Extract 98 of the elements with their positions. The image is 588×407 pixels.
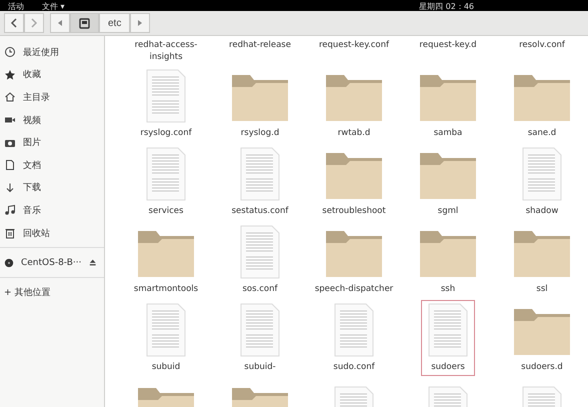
folder-item[interactable]: sudoers.d (505, 304, 579, 376)
sidebar-item[interactable]: 下载 (0, 176, 104, 200)
text-file-icon (428, 303, 468, 357)
app-menu[interactable]: 文件 ▾ (42, 2, 65, 11)
folder-item[interactable]: rsyslog.d (223, 70, 297, 142)
file-item[interactable]: sudoers (421, 300, 475, 376)
folder-icon (136, 229, 196, 279)
sidebar-item[interactable]: 最近使用 (0, 41, 104, 64)
folder-icon (418, 73, 478, 123)
sidebar-item[interactable]: 回收站 (0, 222, 104, 244)
file-item[interactable]: subuid- (233, 300, 287, 376)
text-file-icon (240, 225, 280, 279)
sidebar-item[interactable]: + 其他位置 (0, 280, 104, 304)
star-icon (4, 68, 16, 81)
file-name: rsyslog.conf (139, 127, 193, 139)
activities-button[interactable]: 活动 (8, 2, 24, 11)
file-item[interactable]: shadow (515, 144, 569, 220)
file-item[interactable]: sestatus.conf (222, 144, 298, 220)
file-name: sos.conf (241, 283, 279, 295)
folder-item[interactable]: sgml (411, 148, 485, 220)
drive-icon (79, 18, 90, 28)
file-item[interactable]: rsyslog.conf (131, 66, 201, 142)
folder-item[interactable]: ssl (505, 226, 579, 298)
folder-icon (324, 151, 384, 201)
text-file-icon (522, 147, 562, 201)
file-name[interactable]: request-key.d (417, 39, 479, 51)
sidebar-item[interactable]: CentOS-8-B··· (0, 251, 104, 274)
file-item[interactable]: subuid (139, 300, 193, 376)
folder-item[interactable]: setroubleshoot (313, 148, 395, 220)
folder-item[interactable]: ssh (411, 226, 485, 298)
file-item[interactable]: sudo.conf (324, 300, 384, 376)
file-name[interactable]: redhat-access-insights (124, 39, 208, 63)
file-name: subuid (150, 361, 182, 373)
clock[interactable]: 星期四 02：46 (419, 2, 474, 11)
file-item[interactable]: services (139, 144, 193, 220)
folder-icon (230, 73, 290, 123)
file-name: setroubleshoot (321, 205, 387, 217)
folder-icon (512, 73, 572, 123)
folder-icon (418, 229, 478, 279)
file-name[interactable]: request-key.conf (316, 39, 391, 51)
scroll-left-button[interactable] (50, 13, 70, 33)
text-file-icon (240, 303, 280, 357)
path-button[interactable]: etc (99, 13, 130, 33)
home-icon (4, 91, 16, 104)
file-name: smartmontools (132, 283, 200, 295)
folder-item[interactable]: sane.d (505, 70, 579, 142)
file-name: shadow (524, 205, 560, 217)
sidebar-item[interactable]: 音乐 (0, 199, 104, 222)
folder-icon (418, 151, 478, 201)
right-triangle-icon (137, 19, 144, 27)
file-name: services (148, 205, 184, 217)
file-name: sgml (436, 205, 460, 217)
file-name: sudoers.d (520, 361, 564, 373)
folder-item[interactable]: samba (411, 70, 485, 142)
left-triangle-icon (57, 19, 63, 27)
file-name: sestatus.conf (230, 205, 290, 217)
file-name: sane.d (526, 127, 558, 139)
folder-icon (324, 229, 384, 279)
download-icon (4, 182, 16, 194)
text-file-icon (240, 147, 280, 201)
trash-icon (4, 227, 16, 240)
file-name: ssh (440, 283, 456, 295)
sidebar-item[interactable]: 文档 (0, 154, 104, 177)
file-name: ssl (535, 283, 549, 295)
file-name[interactable]: resolv.conf (517, 39, 567, 51)
eject-icon[interactable] (88, 258, 96, 268)
sidebar-item[interactable]: 主目录 (0, 86, 104, 109)
folder-item[interactable]: smartmontools (124, 226, 208, 298)
folder-item[interactable]: rwtab.d (317, 70, 391, 142)
text-file-icon (334, 303, 374, 357)
folder-icon (512, 307, 572, 357)
text-file-icon (146, 69, 186, 123)
file-name: rsyslog.d (240, 127, 280, 139)
back-icon (10, 18, 18, 28)
file-item[interactable]: sos.conf (233, 222, 287, 298)
file-name: subuid- (243, 361, 277, 373)
folder-item[interactable]: speech-dispatcher (306, 226, 402, 298)
drive-path-button[interactable] (70, 13, 99, 33)
folder-icon (324, 73, 384, 123)
folder-icon (512, 229, 572, 279)
file-name: sudo.conf (332, 361, 376, 373)
sidebar-item[interactable]: 收藏 (0, 64, 104, 86)
back-button[interactable] (4, 13, 24, 33)
clock-icon (4, 46, 16, 58)
sidebar-item[interactable]: 视频 (0, 108, 104, 132)
text-file-icon (146, 147, 186, 201)
music-icon (4, 204, 16, 216)
file-name: sudoers (430, 361, 466, 373)
forward-icon (30, 18, 38, 28)
text-file-icon (146, 303, 186, 357)
sidebar-item[interactable]: 图片 (0, 131, 104, 154)
file-name: rwtab.d (336, 127, 372, 139)
file-name: speech-dispatcher (314, 283, 394, 295)
file-name[interactable]: redhat-release (227, 39, 293, 51)
document-icon (4, 159, 16, 172)
scroll-right-button[interactable] (130, 13, 150, 33)
disc-icon (4, 256, 14, 269)
file-name: samba (432, 127, 464, 139)
